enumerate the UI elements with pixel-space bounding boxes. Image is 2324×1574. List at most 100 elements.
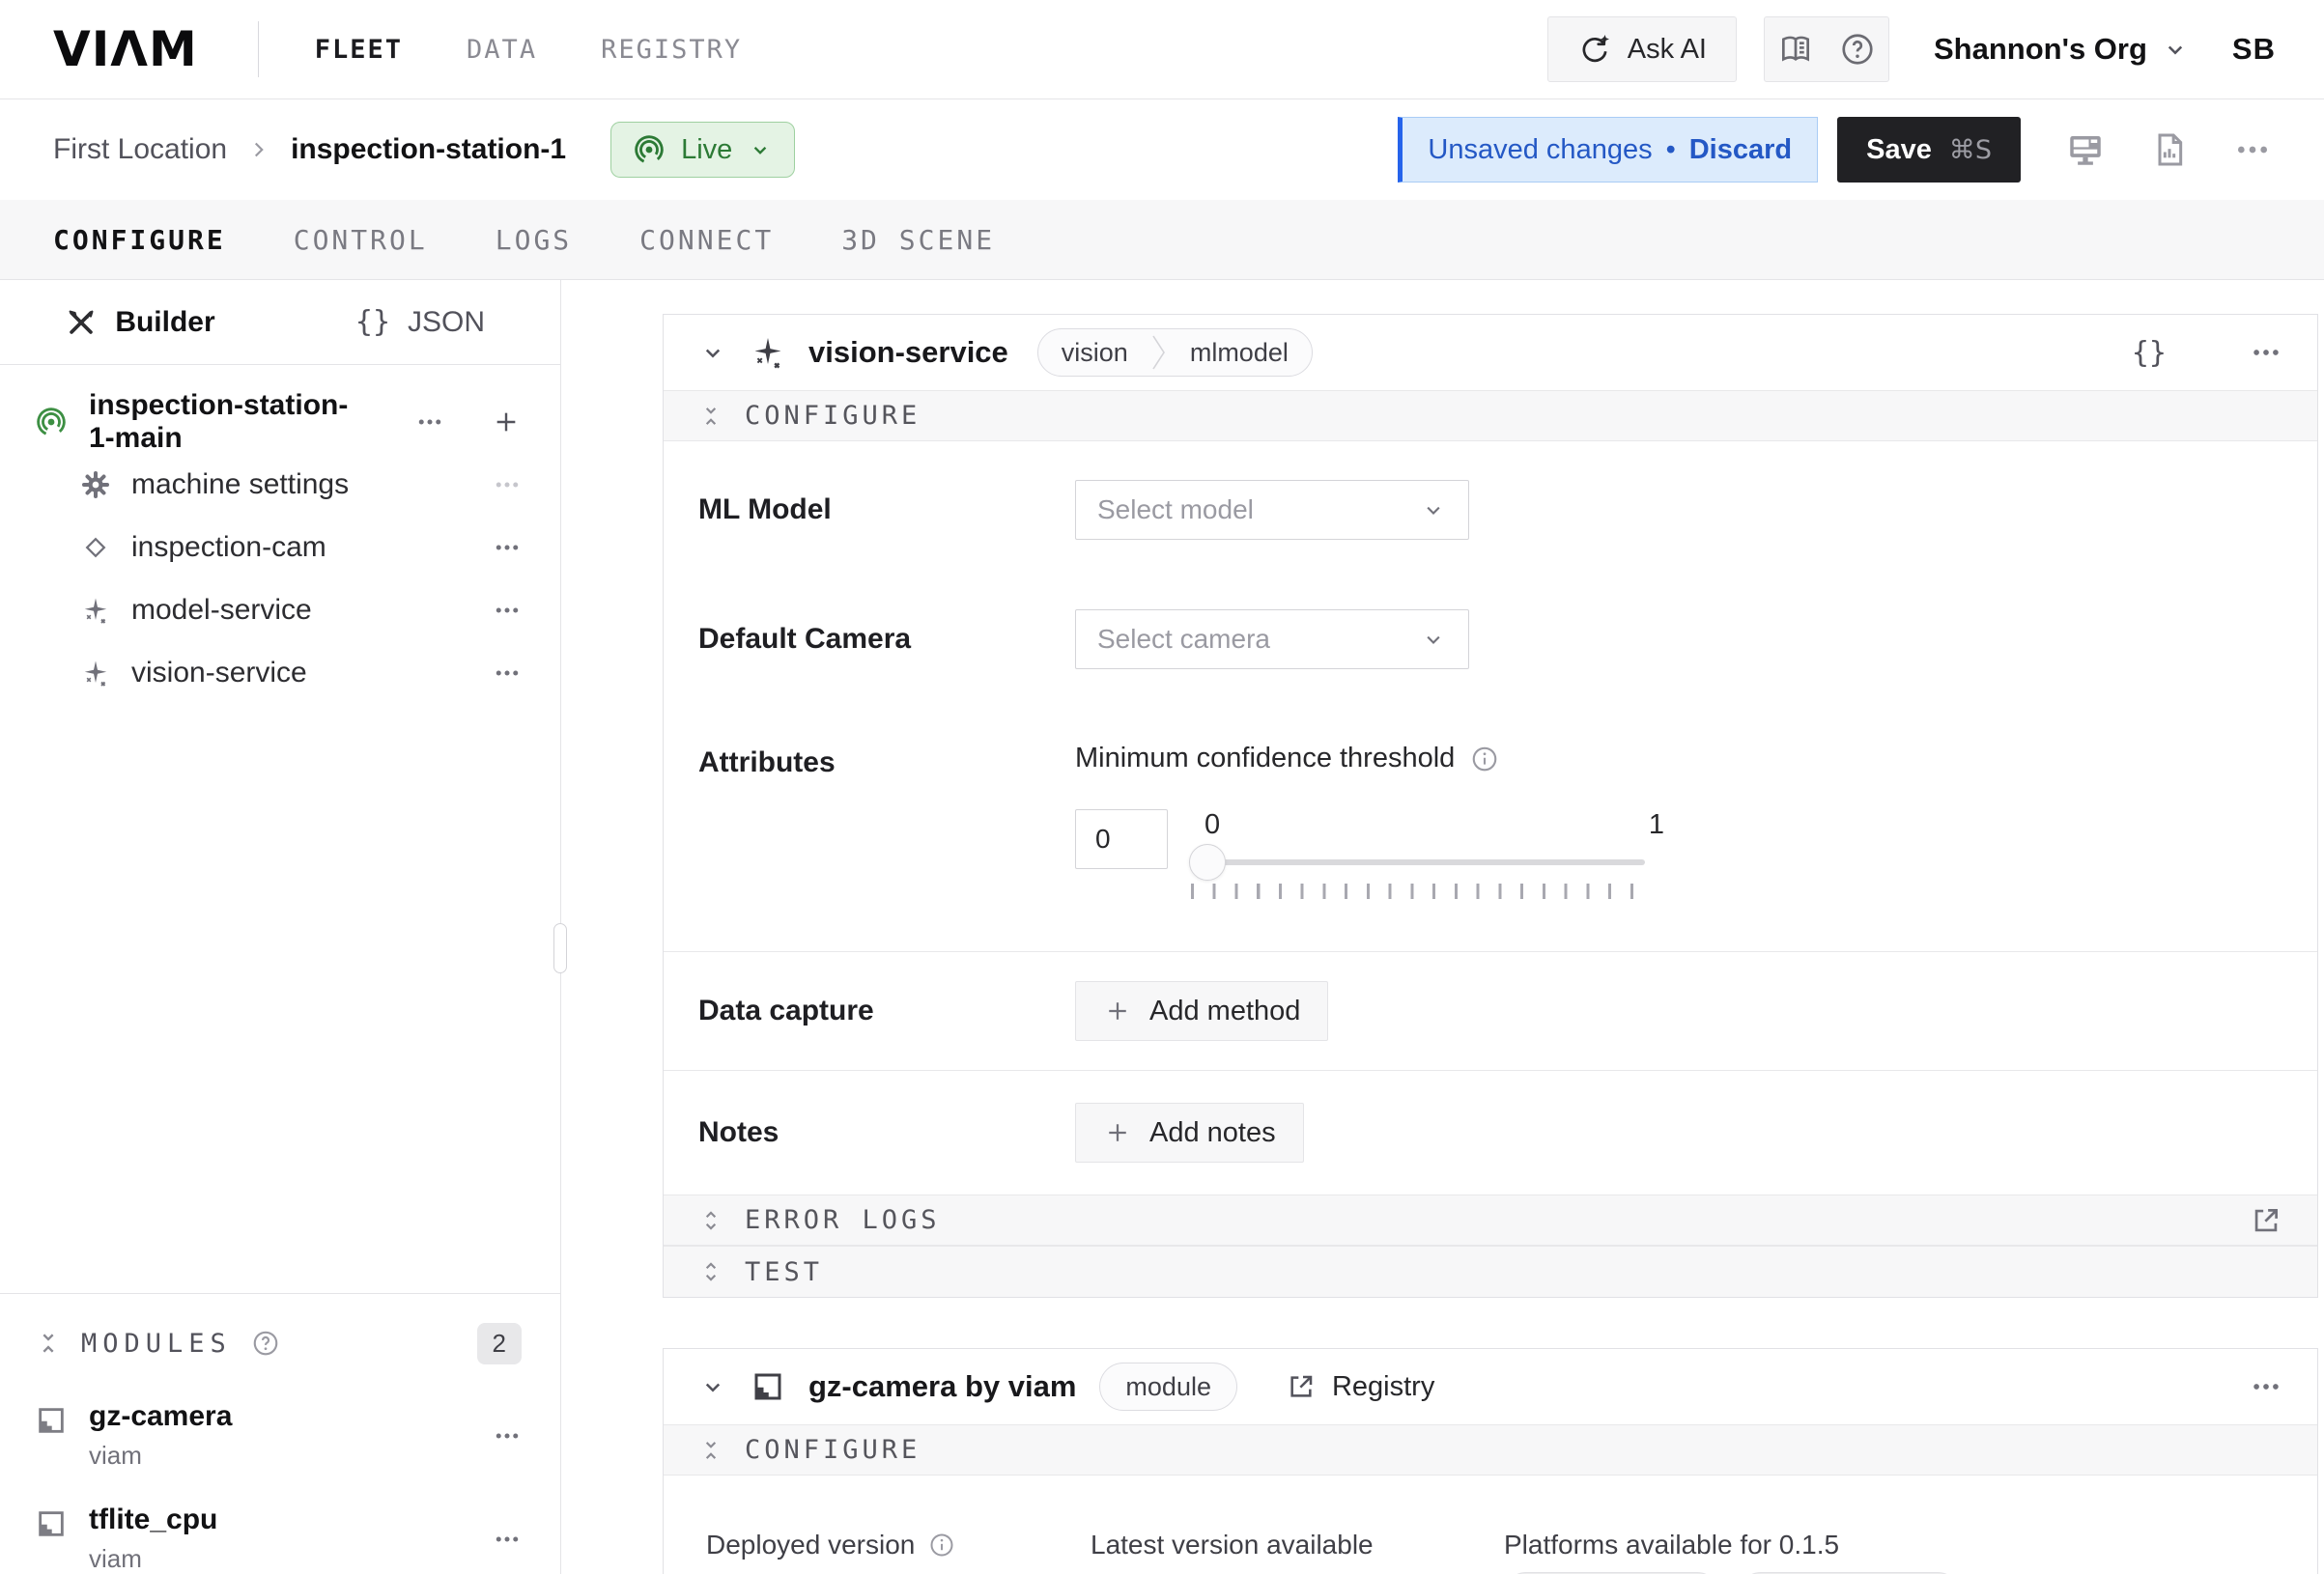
tab-logs[interactable]: LOGS [496, 224, 572, 256]
modules-title: MODULES [81, 1329, 232, 1359]
module-item-tflite-cpu[interactable]: tflite_cpu viam [35, 1504, 522, 1574]
plus-icon [1103, 997, 1132, 1026]
tree-item-label: vision-service [131, 657, 307, 689]
more-options-icon[interactable] [493, 659, 522, 688]
more-options-icon[interactable] [493, 596, 522, 625]
default-camera-row: Default Camera Select camera [698, 609, 2282, 669]
module-item-gz-camera[interactable]: gz-camera viam [35, 1400, 522, 1471]
collapse-icon [698, 1438, 723, 1463]
add-notes-label: Add notes [1149, 1117, 1276, 1149]
report-document-icon[interactable] [2150, 130, 2189, 169]
nav-registry[interactable]: REGISTRY [601, 35, 742, 65]
separator-dot: • [1666, 134, 1676, 166]
avatar[interactable]: SB [2232, 32, 2276, 67]
help-question-icon[interactable] [251, 1329, 280, 1358]
builder-label: Builder [115, 306, 214, 339]
configure-section-bar[interactable]: CONFIGURE [664, 1424, 2317, 1476]
module-version-info: Deployed version 0.1.5 [664, 1476, 2317, 1574]
threshold-header: Minimum confidence threshold [1075, 743, 1664, 774]
ask-ai-button[interactable]: Ask AI [1547, 16, 1737, 82]
test-section-bar[interactable]: TEST [664, 1246, 2317, 1297]
add-method-label: Add method [1149, 996, 1300, 1027]
pill-segment-mlmodel: mlmodel [1167, 329, 1312, 376]
viam-logo[interactable]: VIΛM [53, 21, 198, 77]
select-placeholder: Select camera [1097, 624, 1420, 655]
breadcrumb-location[interactable]: First Location [53, 133, 227, 166]
more-options-icon[interactable] [493, 470, 522, 499]
slider-track[interactable] [1205, 843, 1664, 882]
threshold-input[interactable] [1075, 809, 1168, 869]
sidebar-resize-handle[interactable] [553, 923, 567, 973]
notes-row: Notes Add notes [698, 1071, 2282, 1195]
content-area: Builder {} JSON inspection [0, 280, 2324, 1574]
attributes-label: Attributes [698, 743, 1075, 779]
tree-item-label: inspection-cam [131, 531, 326, 564]
chevron-down-icon[interactable] [698, 338, 727, 367]
tab-configure[interactable]: CONFIGURE [53, 224, 226, 256]
default-camera-select[interactable]: Select camera [1075, 609, 1469, 669]
configure-section-bar[interactable]: CONFIGURE [664, 390, 2317, 441]
mode-builder[interactable]: Builder [0, 280, 280, 364]
add-component-icon[interactable] [491, 407, 522, 437]
collapse-icon[interactable] [35, 1330, 62, 1357]
default-camera-label: Default Camera [698, 623, 1075, 656]
org-switcher[interactable]: Shannon's Org [1934, 32, 2190, 67]
platforms-col: Platforms available for 0.1.5 linux arm6… [1504, 1530, 1960, 1574]
machine-status-badge[interactable]: Live [610, 122, 795, 178]
sidebar-spacer [0, 704, 560, 1293]
error-logs-section-bar[interactable]: ERROR LOGS [664, 1195, 2317, 1246]
chevron-down-icon [2161, 35, 2190, 64]
mode-json[interactable]: {} JSON [280, 280, 560, 364]
json-braces-icon[interactable]: {} [2132, 336, 2167, 370]
info-icon[interactable] [1470, 745, 1499, 773]
more-options-icon[interactable] [493, 533, 522, 562]
expand-icon [698, 1259, 723, 1284]
main-nav: FLEET DATA REGISTRY [315, 35, 742, 65]
tree-item-main-part[interactable]: inspection-station-1-main [35, 390, 522, 453]
docs-book-icon[interactable] [1765, 17, 1827, 81]
module-name: tflite_cpu [89, 1504, 217, 1536]
external-link-icon[interactable] [2250, 1204, 2282, 1237]
discard-button[interactable]: Discard [1689, 134, 1792, 166]
ai-refresh-sparkle-icon [1577, 32, 1612, 67]
more-options-icon[interactable] [415, 408, 444, 436]
ml-model-row: ML Model Select model [698, 480, 2282, 540]
tree-item-vision-service[interactable]: vision-service [35, 641, 522, 704]
save-button[interactable]: Save ⌘S [1837, 117, 2021, 183]
modules-header: MODULES 2 [35, 1319, 522, 1367]
add-notes-button[interactable]: Add notes [1075, 1103, 1304, 1163]
component-tree: inspection-station-1-main [0, 365, 560, 704]
card-title: vision-service [808, 335, 1008, 370]
tree-item-model-service[interactable]: model-service [35, 578, 522, 641]
error-logs-label: ERROR LOGS [745, 1205, 941, 1235]
tree-item-inspection-cam[interactable]: inspection-cam [35, 516, 522, 578]
vision-card-body: ML Model Select model Default Camera Sel… [664, 480, 2317, 1195]
more-options-icon[interactable] [493, 1525, 522, 1554]
ml-model-select[interactable]: Select model [1075, 480, 1469, 540]
slider-handle[interactable] [1189, 844, 1226, 881]
help-question-icon[interactable] [1827, 17, 1888, 81]
add-method-button[interactable]: Add method [1075, 981, 1328, 1041]
registry-link[interactable]: Registry [1286, 1371, 1434, 1403]
more-options-icon[interactable] [2233, 130, 2272, 169]
status-label: Live [681, 134, 732, 166]
more-options-icon[interactable] [2250, 336, 2282, 369]
tab-control[interactable]: CONTROL [294, 224, 428, 256]
chevron-down-icon[interactable] [698, 1372, 727, 1401]
module-tag-pill: module [1099, 1363, 1237, 1411]
nav-data[interactable]: DATA [467, 35, 537, 65]
attributes-content: Minimum confidence threshold [1075, 743, 1664, 899]
more-options-icon[interactable] [493, 1421, 522, 1450]
configure-label: CONFIGURE [745, 1435, 921, 1465]
diamond-icon [81, 533, 110, 562]
tab-connect[interactable]: CONNECT [639, 224, 774, 256]
tab-3d-scene[interactable]: 3D SCENE [841, 224, 995, 256]
machine-monitor-icon[interactable] [2065, 129, 2106, 170]
org-name: Shannon's Org [1934, 32, 2147, 67]
chevron-down-icon [748, 137, 773, 162]
more-options-icon[interactable] [2250, 1370, 2282, 1403]
tree-item-machine-settings[interactable]: machine settings [35, 453, 522, 516]
nav-fleet[interactable]: FLEET [315, 35, 403, 65]
info-icon[interactable] [928, 1532, 955, 1559]
platforms-label: Platforms available for 0.1.5 [1504, 1530, 1839, 1560]
